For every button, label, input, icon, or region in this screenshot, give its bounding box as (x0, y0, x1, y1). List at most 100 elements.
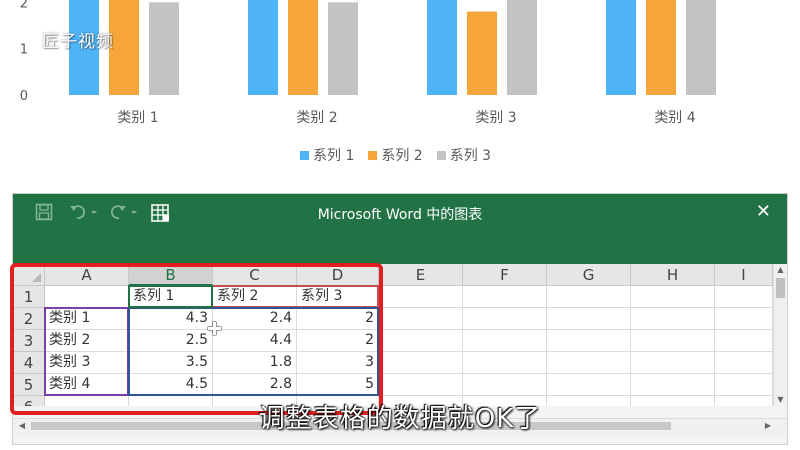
cell-E1[interactable] (379, 286, 463, 308)
cell-I5[interactable] (715, 374, 773, 396)
chart-area: 0 1 2 类别 1 类别 2 类别 3 类别 4 匠子视频 系列 1 系列 2 系列 3 (0, 0, 800, 188)
cell-I3[interactable] (715, 330, 773, 352)
cell-G2[interactable] (547, 308, 631, 330)
cell-C3[interactable]: 4.4 (213, 330, 297, 352)
row-header-6[interactable]: 6 (13, 396, 45, 406)
bar-series-3-category-4[interactable] (686, 0, 716, 95)
cell-H5[interactable] (631, 374, 715, 396)
cell-B4[interactable]: 3.5 (129, 352, 213, 374)
column-header-H[interactable]: H (631, 264, 715, 286)
legend-swatch-series-2 (368, 150, 378, 160)
row-header-1[interactable]: 1 (13, 286, 45, 308)
cell-F4[interactable] (463, 352, 547, 374)
cell-A6[interactable] (45, 396, 129, 406)
cell-C4[interactable]: 1.8 (213, 352, 297, 374)
row-header-4[interactable]: 4 (13, 352, 45, 374)
bar-series-2-category-3[interactable] (467, 11, 497, 96)
cell-D6[interactable] (297, 396, 379, 406)
cell-F3[interactable] (463, 330, 547, 352)
cell-F5[interactable] (463, 374, 547, 396)
column-header-E[interactable]: E (379, 264, 463, 286)
cell-G1[interactable] (547, 286, 631, 308)
bar-series-2-category-4[interactable] (646, 0, 676, 95)
row-header-5[interactable]: 5 (13, 374, 45, 396)
bar-series-1-category-2[interactable] (248, 0, 278, 95)
cell-G5[interactable] (547, 374, 631, 396)
bar-series-1-category-4[interactable] (606, 0, 636, 95)
cell-H2[interactable] (631, 308, 715, 330)
bar-series-1-category-3[interactable] (427, 0, 457, 95)
cell-H1[interactable] (631, 286, 715, 308)
close-icon[interactable]: ✕ (756, 201, 771, 222)
cell-C2[interactable]: 2.4 (213, 308, 297, 330)
cell-D2[interactable]: 2 (297, 308, 379, 330)
cell-A3[interactable]: 类别 2 (45, 330, 129, 352)
bar-series-3-category-1[interactable] (149, 2, 179, 96)
cell-G4[interactable] (547, 352, 631, 374)
column-header-F[interactable]: F (463, 264, 547, 286)
cell-A1[interactable] (45, 286, 129, 308)
cell-B3[interactable]: 2.5 (129, 330, 213, 352)
column-header-G[interactable]: G (547, 264, 631, 286)
column-header-D[interactable]: D (297, 264, 379, 286)
column-header-C[interactable]: C (213, 264, 297, 286)
cell-I6[interactable] (715, 396, 773, 406)
legend-item-series-2: 系列 2 (368, 145, 423, 165)
cell-A5[interactable]: 类别 4 (45, 374, 129, 396)
cell-D4[interactable]: 3 (297, 352, 379, 374)
cell-E6[interactable] (379, 396, 463, 406)
cell-B5[interactable]: 4.5 (129, 374, 213, 396)
cell-I4[interactable] (715, 352, 773, 374)
cell-A2[interactable]: 类别 1 (45, 308, 129, 330)
cell-B1[interactable]: 系列 1 (129, 286, 213, 308)
cell-E5[interactable] (379, 374, 463, 396)
cell-G3[interactable] (547, 330, 631, 352)
cell-D1[interactable]: 系列 3 (297, 286, 379, 308)
bar-series-2-category-2[interactable] (288, 0, 318, 95)
cell-G6[interactable] (547, 396, 631, 406)
cell-A4[interactable]: 类别 3 (45, 352, 129, 374)
chart-legend: 系列 1 系列 2 系列 3 (300, 145, 505, 165)
column-header-I[interactable]: I (715, 264, 773, 286)
y-tick-label-2: 2 (20, 0, 28, 11)
cell-F6[interactable] (463, 396, 547, 406)
bar-series-3-category-3[interactable] (507, 0, 537, 95)
scroll-down-arrow-icon[interactable]: ▼ (774, 394, 787, 406)
scroll-right-arrow-icon[interactable]: ▶ (761, 419, 775, 433)
scroll-left-arrow-icon[interactable]: ◀ (15, 419, 29, 433)
cell-F1[interactable] (463, 286, 547, 308)
cell-E3[interactable] (379, 330, 463, 352)
cell-H6[interactable] (631, 396, 715, 406)
vertical-scroll-thumb[interactable] (776, 278, 785, 298)
cell-C1[interactable]: 系列 2 (213, 286, 297, 308)
cell-E2[interactable] (379, 308, 463, 330)
column-header-A[interactable]: A (45, 264, 129, 286)
horizontal-scrollbar[interactable]: ◀ ▶ (13, 418, 787, 434)
legend-swatch-series-3 (436, 150, 446, 160)
cell-H4[interactable] (631, 352, 715, 374)
cell-D5[interactable]: 5 (297, 374, 379, 396)
scroll-up-arrow-icon[interactable]: ▲ (774, 264, 787, 276)
x-category-label-2: 类别 2 (296, 110, 337, 126)
legend-item-series-1: 系列 1 (300, 145, 354, 165)
cell-C5[interactable]: 2.8 (213, 374, 297, 396)
horizontal-scroll-thumb[interactable] (31, 422, 671, 430)
cell-F2[interactable] (463, 308, 547, 330)
cell-D3[interactable]: 2 (297, 330, 379, 352)
select-all-corner[interactable] (13, 264, 45, 286)
row-header-2[interactable]: 2 (13, 308, 45, 330)
spreadsheet-grid[interactable]: ▲ ▼ ABCDEFGHI123456系列 1系列 2系列 3类别 14.32.… (13, 264, 787, 406)
x-category-label-1: 类别 1 (117, 110, 158, 126)
row-header-3[interactable]: 3 (13, 330, 45, 352)
bar-series-3-category-2[interactable] (328, 2, 358, 96)
vertical-scrollbar[interactable]: ▲ ▼ (773, 264, 787, 406)
cell-H3[interactable] (631, 330, 715, 352)
cell-C6[interactable] (213, 396, 297, 406)
cell-I2[interactable] (715, 308, 773, 330)
cell-B6[interactable] (129, 396, 213, 406)
cell-B2[interactable]: 4.3 (129, 308, 213, 330)
watermark: 匠子视频 (42, 32, 114, 52)
column-header-B[interactable]: B (129, 264, 213, 286)
cell-E4[interactable] (379, 352, 463, 374)
cell-I1[interactable] (715, 286, 773, 308)
